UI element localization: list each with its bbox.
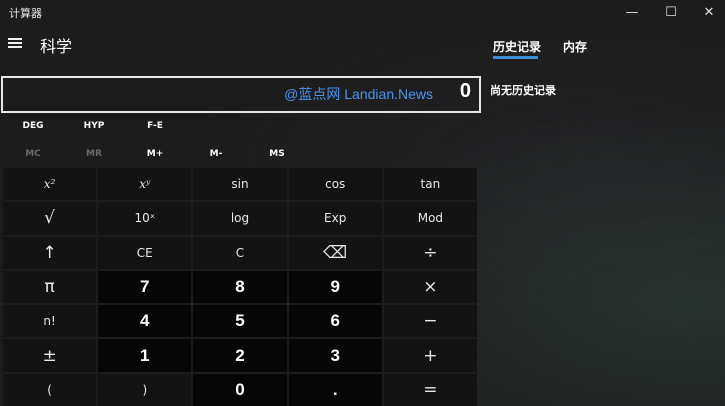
mc-button[interactable]: MC	[3, 149, 63, 159]
watermark: @蓝点网 Landian.News	[284, 86, 433, 102]
tab-history[interactable]: 历史记录	[493, 38, 541, 55]
window-title: 计算器	[9, 7, 42, 20]
divide-button[interactable]: ÷	[383, 236, 477, 269]
ms-button[interactable]: MS	[247, 149, 307, 159]
pi-button[interactable]: π	[3, 270, 97, 304]
digit-1-button[interactable]: 1	[98, 339, 192, 372]
digit-8-button[interactable]: 8	[193, 270, 287, 304]
ten-power-button[interactable]: 10ˣ	[98, 202, 192, 235]
history-empty-message: 尚无历史记录	[490, 84, 556, 97]
digit-6-button[interactable]: 6	[288, 305, 382, 338]
maximize-button[interactable]: ☐	[652, 0, 690, 24]
shift-button[interactable]: ↑	[3, 236, 97, 269]
digit-7-button[interactable]: 7	[98, 270, 192, 304]
minimize-button[interactable]: —	[613, 0, 651, 24]
deg-button[interactable]: DEG	[3, 121, 63, 131]
open-paren-button[interactable]: (	[3, 373, 97, 406]
digit-0-button[interactable]: 0	[193, 373, 287, 406]
plus-button[interactable]: +	[383, 339, 477, 372]
digit-5-button[interactable]: 5	[193, 305, 287, 338]
cos-button[interactable]: cos	[288, 168, 382, 201]
backspace-icon[interactable]: ⌫	[288, 236, 382, 269]
m-plus-button[interactable]: M+	[125, 149, 185, 159]
multiply-button[interactable]: ×	[383, 270, 477, 304]
tab-memory[interactable]: 内存	[563, 38, 587, 55]
mod-button[interactable]: Mod	[383, 202, 477, 235]
decimal-button[interactable]: .	[288, 373, 382, 406]
result-display: @蓝点网 Landian.News 0	[1, 76, 481, 113]
sin-button[interactable]: sin	[193, 168, 287, 201]
close-button[interactable]: ✕	[690, 0, 725, 24]
digit-9-button[interactable]: 9	[288, 270, 382, 304]
log-button[interactable]: log	[193, 202, 287, 235]
clear-entry-button[interactable]: CE	[98, 236, 192, 269]
mode-title: 科学	[40, 37, 73, 56]
minus-button[interactable]: −	[383, 305, 477, 338]
keypad: x² xʸ sin cos tan √ 10ˣ log Exp Mod ↑ CE…	[3, 168, 477, 406]
exp-button[interactable]: Exp	[288, 202, 382, 235]
digit-2-button[interactable]: 2	[193, 339, 287, 372]
clear-button[interactable]: C	[193, 236, 287, 269]
m-minus-button[interactable]: M-	[186, 149, 246, 159]
hyp-button[interactable]: HYP	[64, 121, 124, 131]
square-button[interactable]: x²	[3, 168, 97, 201]
factorial-button[interactable]: n!	[3, 305, 97, 338]
mr-button[interactable]: MR	[64, 149, 124, 159]
tan-button[interactable]: tan	[383, 168, 477, 201]
equals-button[interactable]: =	[383, 373, 477, 406]
negate-button[interactable]: ±	[3, 339, 97, 372]
fe-button[interactable]: F-E	[125, 121, 185, 131]
power-button[interactable]: xʸ	[98, 168, 192, 201]
digit-3-button[interactable]: 3	[288, 339, 382, 372]
result-value: 0	[459, 80, 471, 102]
close-paren-button[interactable]: )	[98, 373, 192, 406]
digit-4-button[interactable]: 4	[98, 305, 192, 338]
tab-selected-indicator	[493, 56, 538, 59]
hamburger-icon[interactable]	[8, 38, 22, 49]
sqrt-button[interactable]: √	[3, 202, 97, 235]
